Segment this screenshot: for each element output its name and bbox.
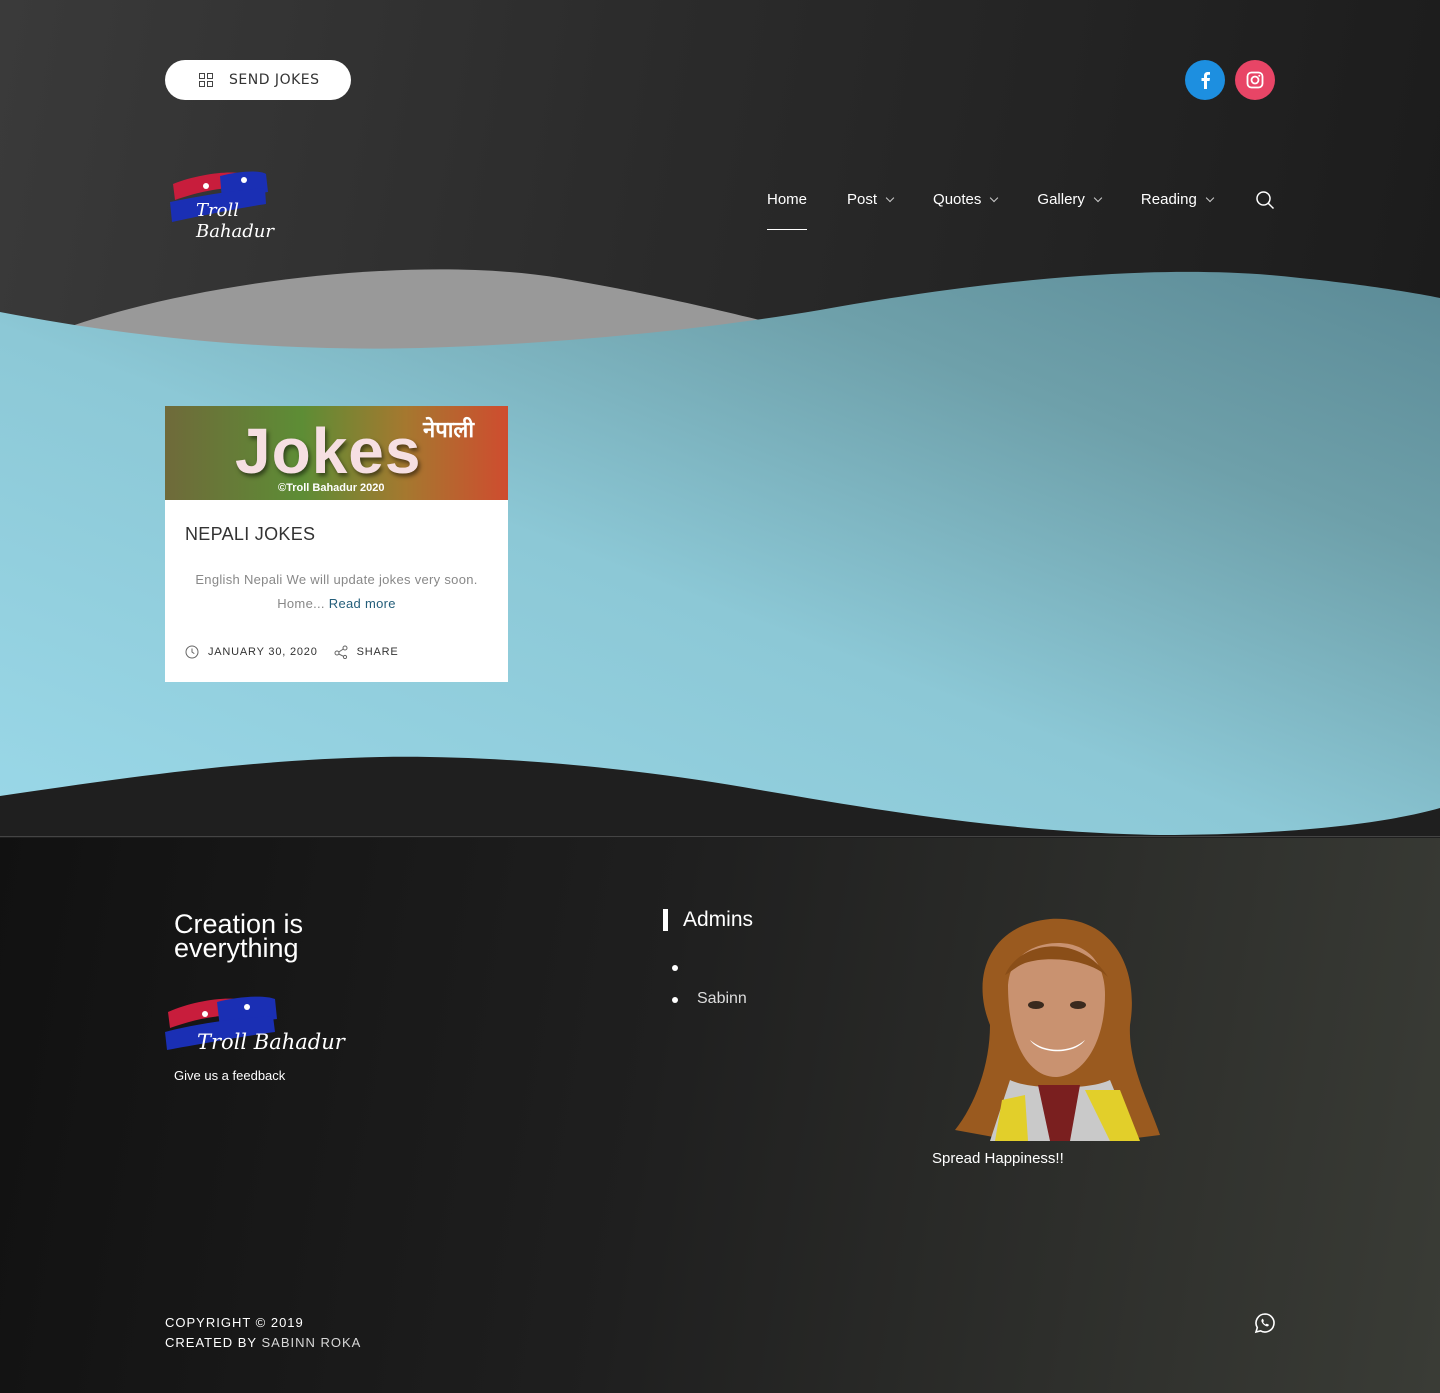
nav-item-post[interactable]: Post bbox=[847, 188, 895, 210]
post-excerpt: English Nepali We will update jokes very… bbox=[185, 568, 488, 616]
post-card: Jokes नेपाली ©Troll Bahadur 2020 NEPALI … bbox=[165, 406, 508, 682]
nav-item-label: Quotes bbox=[933, 190, 982, 208]
share-link[interactable]: SHARE bbox=[357, 646, 399, 658]
footer-slogan: Creation is everything bbox=[174, 909, 304, 963]
main-nav: Home Post Quotes Gallery Reading bbox=[767, 188, 1253, 230]
post-title[interactable]: NEPALI JOKES bbox=[185, 524, 315, 545]
instagram-link[interactable] bbox=[1235, 60, 1275, 100]
footer-logo-text: Troll Bahadur bbox=[197, 1030, 345, 1054]
nav-item-reading[interactable]: Reading bbox=[1140, 188, 1215, 210]
thumbnail-nepali-word: नेपाली bbox=[423, 418, 475, 443]
nav-item-home[interactable]: Home bbox=[767, 188, 808, 230]
feedback-link[interactable]: Give us a feedback bbox=[174, 1068, 285, 1083]
nav-item-label: Reading bbox=[1140, 190, 1197, 208]
logo-text: Troll Bahadur bbox=[196, 200, 275, 242]
facebook-link[interactable] bbox=[1185, 60, 1225, 100]
created-by-line: CREATED BY SABINN ROKA bbox=[165, 1333, 361, 1353]
thumbnail-word: Jokes bbox=[235, 415, 422, 487]
nav-item-label: Home bbox=[767, 190, 808, 208]
nav-item-label: Gallery bbox=[1037, 190, 1085, 208]
admins-heading: Admins bbox=[663, 909, 753, 931]
facebook-icon bbox=[1201, 72, 1210, 89]
footer-logo[interactable]: Creation is everything Troll Bahadur Giv… bbox=[165, 909, 345, 1090]
grid-icon bbox=[199, 73, 213, 87]
chevron-down-icon bbox=[1093, 193, 1103, 202]
thumbnail-copyright: ©Troll Bahadur 2020 bbox=[278, 482, 385, 494]
footer-divider bbox=[0, 836, 1440, 837]
copyright-text: COPYRIGHT © 2019 bbox=[165, 1315, 304, 1330]
post-thumbnail[interactable]: Jokes नेपाली ©Troll Bahadur 2020 bbox=[165, 406, 508, 500]
share-icon[interactable] bbox=[334, 645, 348, 659]
admins-list: Sabinn bbox=[672, 955, 747, 1019]
footer-caption: Spread Happiness!! bbox=[932, 1150, 1064, 1167]
chevron-down-icon bbox=[885, 193, 895, 202]
chevron-down-icon bbox=[1205, 193, 1215, 202]
send-jokes-button[interactable]: SEND JOKES bbox=[165, 60, 351, 100]
admin-list-item[interactable]: Sabinn bbox=[672, 987, 747, 1019]
nav-item-label: Post bbox=[847, 190, 878, 208]
chevron-down-icon bbox=[990, 193, 999, 202]
search-icon[interactable] bbox=[1255, 190, 1275, 210]
clock-icon bbox=[185, 645, 199, 659]
instagram-icon bbox=[1246, 71, 1264, 89]
admin-list-item[interactable] bbox=[672, 955, 747, 987]
send-jokes-label: SEND JOKES bbox=[229, 72, 320, 88]
author-link[interactable]: SABINN ROKA bbox=[262, 1335, 362, 1350]
nav-item-quotes[interactable]: Quotes bbox=[933, 188, 999, 210]
post-meta: JANUARY 30, 2020 SHARE bbox=[185, 645, 399, 659]
copyright-block: COPYRIGHT © 2019 CREATED BY SABINN ROKA bbox=[165, 1313, 361, 1353]
whatsapp-icon[interactable] bbox=[1254, 1312, 1276, 1334]
nav-item-gallery[interactable]: Gallery bbox=[1037, 188, 1103, 210]
created-by-label: CREATED BY bbox=[165, 1335, 257, 1350]
read-more-link[interactable]: Read more bbox=[329, 596, 396, 611]
admin-cartoon-avatar bbox=[955, 918, 1160, 1141]
site-logo[interactable]: Troll Bahadur bbox=[170, 170, 315, 242]
post-date: JANUARY 30, 2020 bbox=[208, 646, 318, 658]
